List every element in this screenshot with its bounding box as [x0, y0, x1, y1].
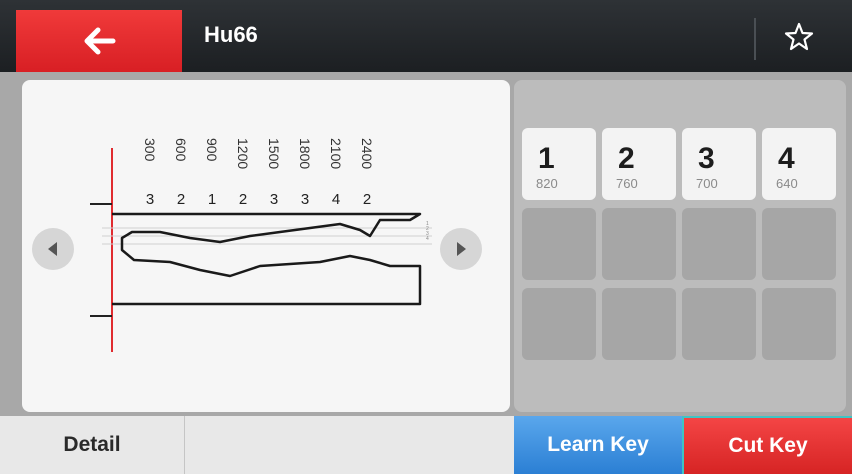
depth-slot-1[interactable]: 1 820	[522, 128, 596, 200]
favorite-button[interactable]	[784, 22, 814, 57]
arrow-left-icon	[84, 27, 116, 55]
cut-position-label: 300	[142, 138, 158, 162]
cut-depth-label: 2	[177, 191, 185, 208]
cut-depth-label: 3	[301, 191, 309, 208]
cut-depth-label: 3	[270, 191, 278, 208]
cut-position-label: 2400	[359, 138, 375, 169]
page-title: Hu66	[204, 22, 258, 47]
cut-position-label: 2100	[328, 138, 344, 169]
depth-number: 4	[778, 142, 795, 175]
top-bar: Hu66	[0, 0, 852, 72]
depth-number: 1	[538, 142, 555, 175]
key-profile-diagram: 3003600290011200215003180032100424002123…	[90, 138, 432, 352]
detail-button[interactable]: Detail	[0, 416, 185, 474]
depth-value: 820	[536, 176, 558, 191]
cut-depth-label: 2	[363, 191, 371, 208]
depth-value: 640	[776, 176, 798, 191]
key-diagram-panel: 300 3 600 2 900 1 1200 2 1500 3 1800 3 2100 4 2400 2 1 2 3…	[22, 80, 510, 412]
cut-position-label: 900	[204, 138, 220, 162]
empty-slot	[602, 208, 676, 280]
depth-slot-4[interactable]: 4 640	[762, 128, 836, 200]
empty-slot	[602, 288, 676, 360]
cut-key-button[interactable]: Cut Key	[682, 416, 852, 474]
depth-slot-3[interactable]: 3 700	[682, 128, 756, 200]
empty-slot	[682, 208, 756, 280]
cut-depth-label: 2	[239, 191, 247, 208]
cut-depth-label: 3	[146, 191, 154, 208]
cut-depth-label: 1	[208, 191, 216, 208]
cut-position-label: 1500	[266, 138, 282, 169]
cut-position-label: 600	[173, 138, 189, 162]
depth-value: 760	[616, 176, 638, 191]
cut-position-label: 1200	[235, 138, 251, 169]
cut-depth-label: 4	[332, 191, 340, 208]
depth-number: 3	[698, 142, 715, 175]
depth-number: 2	[618, 142, 635, 175]
empty-slot	[762, 208, 836, 280]
depth-slot-2[interactable]: 2 760	[602, 128, 676, 200]
empty-slot	[682, 288, 756, 360]
header-divider	[754, 18, 756, 60]
empty-slot	[762, 288, 836, 360]
empty-slot	[522, 288, 596, 360]
star-outline-icon	[784, 22, 814, 51]
empty-slot	[522, 208, 596, 280]
bottom-bar: Detail Learn Key Cut Key	[0, 416, 852, 474]
side-marker-label: 4	[426, 236, 429, 242]
depth-table-panel: 1 820 2 760 3 700 4 640	[514, 80, 846, 412]
depth-value: 700	[696, 176, 718, 191]
back-button[interactable]	[16, 10, 182, 72]
cut-position-label: 1800	[297, 138, 313, 169]
learn-key-button[interactable]: Learn Key	[514, 416, 682, 474]
